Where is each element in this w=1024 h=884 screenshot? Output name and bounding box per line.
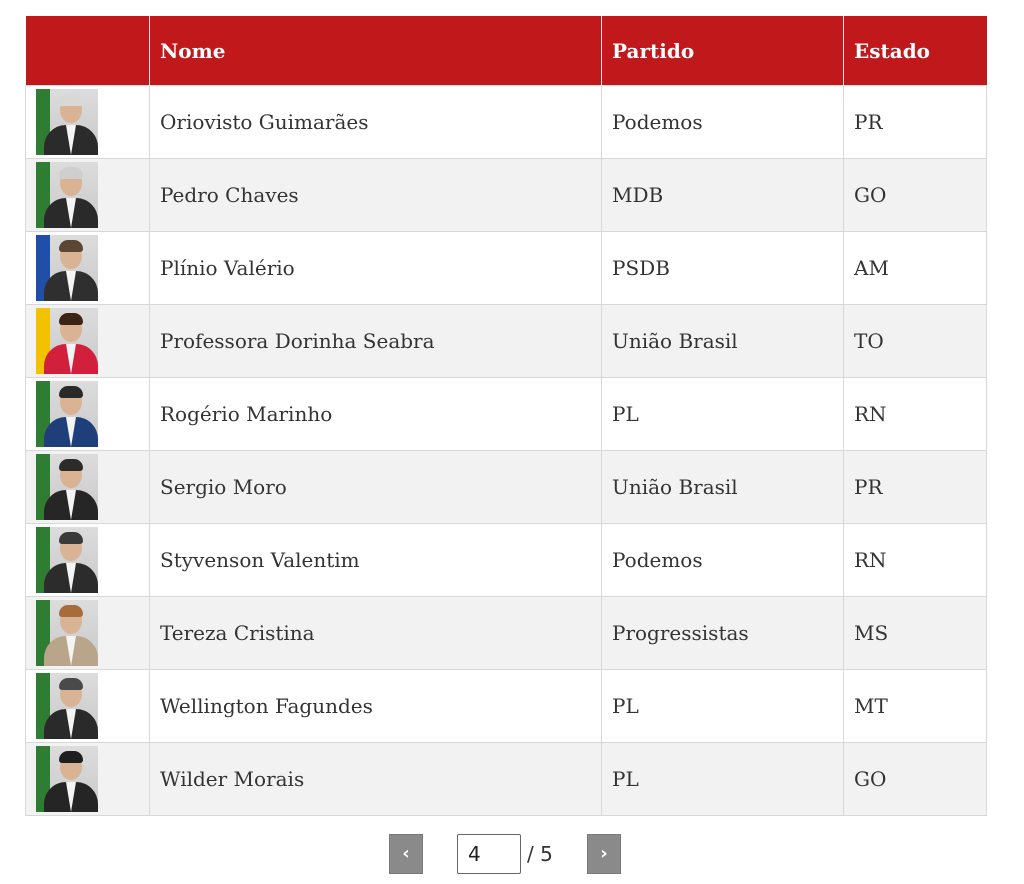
table-row: Rogério Marinho PL RN [25,377,987,451]
senator-name: Plínio Valério [149,231,602,305]
table-row: Plínio Valério PSDB AM [25,231,987,305]
table-row: Sergio Moro União Brasil PR [25,450,987,524]
table-row: Wellington Fagundes PL MT [25,669,987,743]
senator-party: PL [601,669,844,743]
senator-photo[interactable] [36,89,98,155]
senator-photo[interactable] [36,746,98,812]
photo-cell [25,85,150,159]
senator-state: MT [843,669,987,743]
senator-photo[interactable] [36,162,98,228]
senator-party: Podemos [601,523,844,597]
senator-party: MDB [601,158,844,232]
senator-photo[interactable] [36,381,98,447]
senators-table-container: Nome Partido Estado Oriovisto Guimarães P… [25,16,987,816]
senator-party: PL [601,377,844,451]
senator-photo[interactable] [36,454,98,520]
photo-cell [25,742,150,816]
column-header-state[interactable]: Estado [843,16,987,86]
senator-name: Pedro Chaves [149,158,602,232]
senator-state: PR [843,85,987,159]
senator-party: União Brasil [601,450,844,524]
table-row: Oriovisto Guimarães Podemos PR [25,85,987,159]
photo-cell [25,231,150,305]
hair-graphic [59,240,83,252]
photo-cell [25,669,150,743]
senator-party: PSDB [601,231,844,305]
next-page-button[interactable]: › [587,834,621,874]
senator-name: Wellington Fagundes [149,669,602,743]
pagination: ‹ / 5 › [389,834,629,874]
photo-cell [25,450,150,524]
column-header-photo [25,16,150,86]
senator-state: AM [843,231,987,305]
page-number-input[interactable] [457,834,521,874]
senator-state: RN [843,523,987,597]
table-row: Pedro Chaves MDB GO [25,158,987,232]
table-header-row: Nome Partido Estado [25,16,987,86]
senator-name: Wilder Morais [149,742,602,816]
senator-photo[interactable] [36,600,98,666]
page-total: / 5 [527,842,553,866]
column-header-party[interactable]: Partido [601,16,844,86]
column-header-name[interactable]: Nome [149,16,602,86]
senator-photo[interactable] [36,308,98,374]
previous-page-button[interactable]: ‹ [389,834,423,874]
table-row: Styvenson Valentim Podemos RN [25,523,987,597]
senators-table: Nome Partido Estado Oriovisto Guimarães P… [25,16,987,816]
chevron-right-icon: › [600,843,608,864]
senator-state: GO [843,158,987,232]
senator-name: Styvenson Valentim [149,523,602,597]
senator-photo[interactable] [36,235,98,301]
hair-graphic [59,751,83,763]
table-row: Tereza Cristina Progressistas MS [25,596,987,670]
chevron-left-icon: ‹ [402,843,410,864]
senator-photo[interactable] [36,673,98,739]
senator-name: Rogério Marinho [149,377,602,451]
senator-state: GO [843,742,987,816]
hair-graphic [59,459,83,471]
senator-photo[interactable] [36,527,98,593]
senator-state: RN [843,377,987,451]
senator-name: Tereza Cristina [149,596,602,670]
senator-name: Oriovisto Guimarães [149,85,602,159]
senator-party: Progressistas [601,596,844,670]
hair-graphic [59,605,83,617]
photo-cell [25,523,150,597]
senator-party: PL [601,742,844,816]
hair-graphic [59,167,83,179]
hair-graphic [59,313,83,325]
hair-graphic [59,94,83,106]
table-row: Professora Dorinha Seabra União Brasil TO [25,304,987,378]
photo-cell [25,596,150,670]
senator-name: Professora Dorinha Seabra [149,304,602,378]
photo-cell [25,377,150,451]
photo-cell [25,304,150,378]
hair-graphic [59,386,83,398]
table-row: Wilder Morais PL GO [25,742,987,816]
senator-party: Podemos [601,85,844,159]
senator-state: MS [843,596,987,670]
photo-cell [25,158,150,232]
hair-graphic [59,532,83,544]
senator-state: PR [843,450,987,524]
hair-graphic [59,678,83,690]
senator-party: União Brasil [601,304,844,378]
senator-name: Sergio Moro [149,450,602,524]
senator-state: TO [843,304,987,378]
